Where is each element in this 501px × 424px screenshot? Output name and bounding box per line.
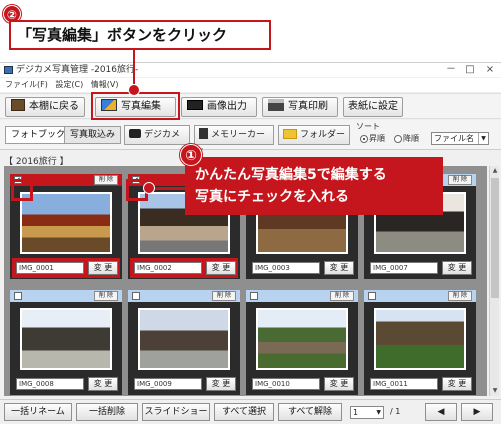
sort-asc-radio[interactable]: 昇順 <box>360 133 385 144</box>
photo-thumbnail[interactable] <box>20 308 112 370</box>
title-bar: デジカメ写真管理 -2016旅行- － □ × <box>0 63 501 77</box>
callout-leader <box>133 48 135 86</box>
app-icon <box>4 66 13 74</box>
rename-button[interactable]: 変 更 <box>206 261 236 275</box>
menu-bar: ファイル(F) 設定(C) 情報(V) <box>0 78 501 92</box>
sd-card-icon <box>199 128 208 139</box>
minimize-icon[interactable]: － <box>444 63 458 77</box>
menu-file[interactable]: ファイル(F) <box>5 78 48 92</box>
edit-button-highlight <box>91 92 180 120</box>
rename-button[interactable]: 変 更 <box>206 377 236 391</box>
scroll-down-icon[interactable]: ▼ <box>490 386 500 396</box>
page-total: / 1 <box>390 407 401 416</box>
folder-import-button[interactable]: フォルダー <box>278 125 350 145</box>
photo-card[interactable]: 削 除 IMG_0009 変 更 <box>128 290 240 395</box>
scroll-thumb[interactable] <box>491 178 499 298</box>
photo-name-field[interactable]: IMG_0001 <box>16 262 84 274</box>
bulk-rename-button[interactable]: 一括リネーム <box>4 403 72 421</box>
callout-check-text: かんたん写真編集5で編集する 写真にチェックを入れる <box>185 157 443 215</box>
rename-button[interactable]: 変 更 <box>324 261 354 275</box>
photo-thumbnail[interactable] <box>138 308 230 370</box>
prev-page-button[interactable]: ◀ <box>425 403 457 421</box>
sort-desc-radio[interactable]: 降順 <box>394 133 419 144</box>
bottom-bar: 一括リネーム 一括削除 スライドショー すべて選択 すべて解除 1 ▼ / 1 … <box>0 399 501 424</box>
photo-name-field[interactable]: IMG_0007 <box>370 262 438 274</box>
import-toolbar: フォトブック 写真取込み デジカメ メモリーカード フォルダー ソート 昇順 降… <box>0 120 501 158</box>
photo-checkbox[interactable] <box>132 292 140 300</box>
photo-name-field[interactable]: IMG_0008 <box>16 378 84 390</box>
scroll-up-icon[interactable]: ▲ <box>490 166 500 176</box>
sort-field-select[interactable]: ファイル名 ▼ <box>431 132 489 145</box>
select-all-button[interactable]: すべて選択 <box>214 403 274 421</box>
photo-print-button[interactable]: 写真印刷 <box>262 97 338 117</box>
chevron-down-icon: ▼ <box>376 409 381 416</box>
camera-icon <box>129 129 141 138</box>
rename-button[interactable]: 変 更 <box>88 261 118 275</box>
menu-info[interactable]: 情報(V) <box>91 78 119 92</box>
photo-thumbnail[interactable] <box>256 308 348 370</box>
photo-card[interactable]: 削 除 IMG_0008 変 更 <box>10 290 122 395</box>
photo-name-field[interactable]: IMG_0011 <box>370 378 438 390</box>
sort-label: ソート <box>356 122 380 131</box>
photo-card[interactable]: 削 除 IMG_0010 変 更 <box>246 290 358 395</box>
photo-checkbox[interactable] <box>250 292 258 300</box>
photo-thumbnail[interactable] <box>20 192 112 254</box>
delete-button[interactable]: 削 除 <box>448 291 472 301</box>
callout-pointer <box>143 182 155 194</box>
grid-scrollbar[interactable]: ▲ ▼ <box>489 166 499 396</box>
set-cover-button[interactable]: 表紙に設定 <box>343 97 403 117</box>
page-select[interactable]: 1 ▼ <box>350 406 384 419</box>
tab-import[interactable]: 写真取込み <box>64 126 122 144</box>
app-window: デジカメ写真管理 -2016旅行- － □ × ファイル(F) 設定(C) 情報… <box>0 62 501 424</box>
photo-thumbnail[interactable] <box>374 308 466 370</box>
radio-dot <box>360 134 368 143</box>
delete-button[interactable]: 削 除 <box>94 175 118 185</box>
step-1-badge: ① <box>180 144 202 166</box>
chevron-down-icon: ▼ <box>478 133 488 144</box>
callout-pointer <box>128 84 140 96</box>
back-to-shelf-button[interactable]: 本棚に戻る <box>5 97 85 117</box>
memory-card-button[interactable]: メモリーカード <box>194 125 274 158</box>
photo-checkbox[interactable] <box>14 292 22 300</box>
maximize-icon[interactable]: □ <box>463 63 477 77</box>
delete-button[interactable]: 削 除 <box>94 291 118 301</box>
delete-button[interactable]: 削 除 <box>212 291 236 301</box>
callout-edit-area: ② 「写真編集」ボタンをクリック <box>0 0 501 62</box>
bulk-delete-button[interactable]: 一括削除 <box>76 403 138 421</box>
delete-button[interactable]: 削 除 <box>330 291 354 301</box>
radio-dot <box>394 134 402 143</box>
tab-photobook[interactable]: フォトブック <box>5 126 72 144</box>
printer-icon <box>268 99 284 111</box>
image-output-button[interactable]: 画像出力 <box>181 97 257 117</box>
slideshow-button[interactable]: スライドショー <box>142 403 210 421</box>
rename-button[interactable]: 変 更 <box>442 261 472 275</box>
next-page-button[interactable]: ▶ <box>461 403 493 421</box>
close-icon[interactable]: × <box>483 63 497 77</box>
photo-name-field[interactable]: IMG_0009 <box>134 378 202 390</box>
shelf-icon <box>11 99 25 111</box>
rename-button[interactable]: 変 更 <box>324 377 354 391</box>
photo-checkbox[interactable] <box>368 292 376 300</box>
checkbox-highlight <box>11 179 33 201</box>
main-toolbar: 本棚に戻る 写真編集 画像出力 写真印刷 表紙に設定 <box>0 93 501 119</box>
monitor-icon <box>187 100 203 110</box>
photo-name-field[interactable]: IMG_0003 <box>252 262 320 274</box>
callout-edit-text: 「写真編集」ボタンをクリック <box>9 20 271 50</box>
rename-button[interactable]: 変 更 <box>88 377 118 391</box>
folder-icon <box>283 128 297 139</box>
delete-button[interactable]: 削 除 <box>448 175 472 185</box>
photo-name-field[interactable]: IMG_0002 <box>134 262 202 274</box>
menu-settings[interactable]: 設定(C) <box>55 78 83 92</box>
rename-button[interactable]: 変 更 <box>442 377 472 391</box>
photo-name-field[interactable]: IMG_0010 <box>252 378 320 390</box>
camera-import-button[interactable]: デジカメ <box>124 125 190 145</box>
deselect-all-button[interactable]: すべて解除 <box>278 403 342 421</box>
photo-card[interactable]: 削 除 IMG_0011 変 更 <box>364 290 476 395</box>
window-title: デジカメ写真管理 -2016旅行- <box>16 65 139 75</box>
